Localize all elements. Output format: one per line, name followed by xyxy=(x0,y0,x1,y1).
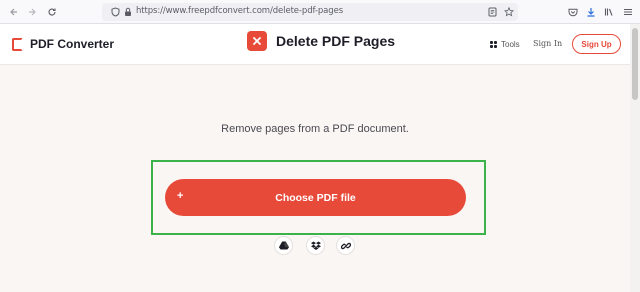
star-icon[interactable] xyxy=(503,6,514,18)
shield-icon[interactable] xyxy=(110,7,120,17)
download-icon[interactable] xyxy=(585,5,597,19)
page-subtitle: Remove pages from a PDF document. xyxy=(221,123,409,135)
tools-menu[interactable]: Tools xyxy=(490,40,520,49)
page-heading: Delete PDF Pages xyxy=(247,31,395,51)
browser-toolbar: https://www.freepdfconvert.com/delete-pd… xyxy=(0,0,640,24)
choose-file-button[interactable]: + Choose PDF file xyxy=(165,179,466,216)
logo-icon xyxy=(12,37,23,51)
url-link-button[interactable] xyxy=(336,236,355,255)
choose-file-label: Choose PDF file xyxy=(275,191,356,204)
page-title: Delete PDF Pages xyxy=(276,33,396,49)
reader-view-icon[interactable] xyxy=(487,7,498,18)
x-icon xyxy=(247,31,267,51)
page-scrollbar[interactable] xyxy=(630,24,640,292)
site-header: PDF Converter Delete PDF Pages Tools Sig… xyxy=(0,24,630,65)
pocket-icon[interactable] xyxy=(567,5,579,19)
dropbox-button[interactable] xyxy=(306,236,325,255)
dropbox-icon xyxy=(310,241,321,250)
grid-icon xyxy=(490,41,497,48)
tools-label: Tools xyxy=(501,40,520,49)
logo-text: PDF Converter xyxy=(30,37,115,51)
link-icon xyxy=(340,242,351,249)
logo[interactable]: PDF Converter xyxy=(12,37,114,51)
sign-in-link[interactable]: Sign In xyxy=(533,39,562,48)
menu-icon[interactable] xyxy=(622,5,634,19)
url-text: https://www.freepdfconvert.com/delete-pd… xyxy=(136,6,344,16)
forward-icon[interactable] xyxy=(24,4,40,20)
address-bar[interactable]: https://www.freepdfconvert.com/delete-pd… xyxy=(102,3,518,21)
sign-up-button[interactable]: Sign Up xyxy=(572,34,621,54)
back-icon[interactable] xyxy=(6,4,22,20)
plus-icon: + xyxy=(177,190,184,202)
google-drive-icon xyxy=(278,241,289,250)
lock-icon[interactable] xyxy=(123,7,133,17)
google-drive-button[interactable] xyxy=(274,236,293,255)
reload-icon[interactable] xyxy=(44,4,60,20)
library-icon[interactable] xyxy=(603,5,615,19)
scrollbar-thumb[interactable] xyxy=(632,28,638,100)
